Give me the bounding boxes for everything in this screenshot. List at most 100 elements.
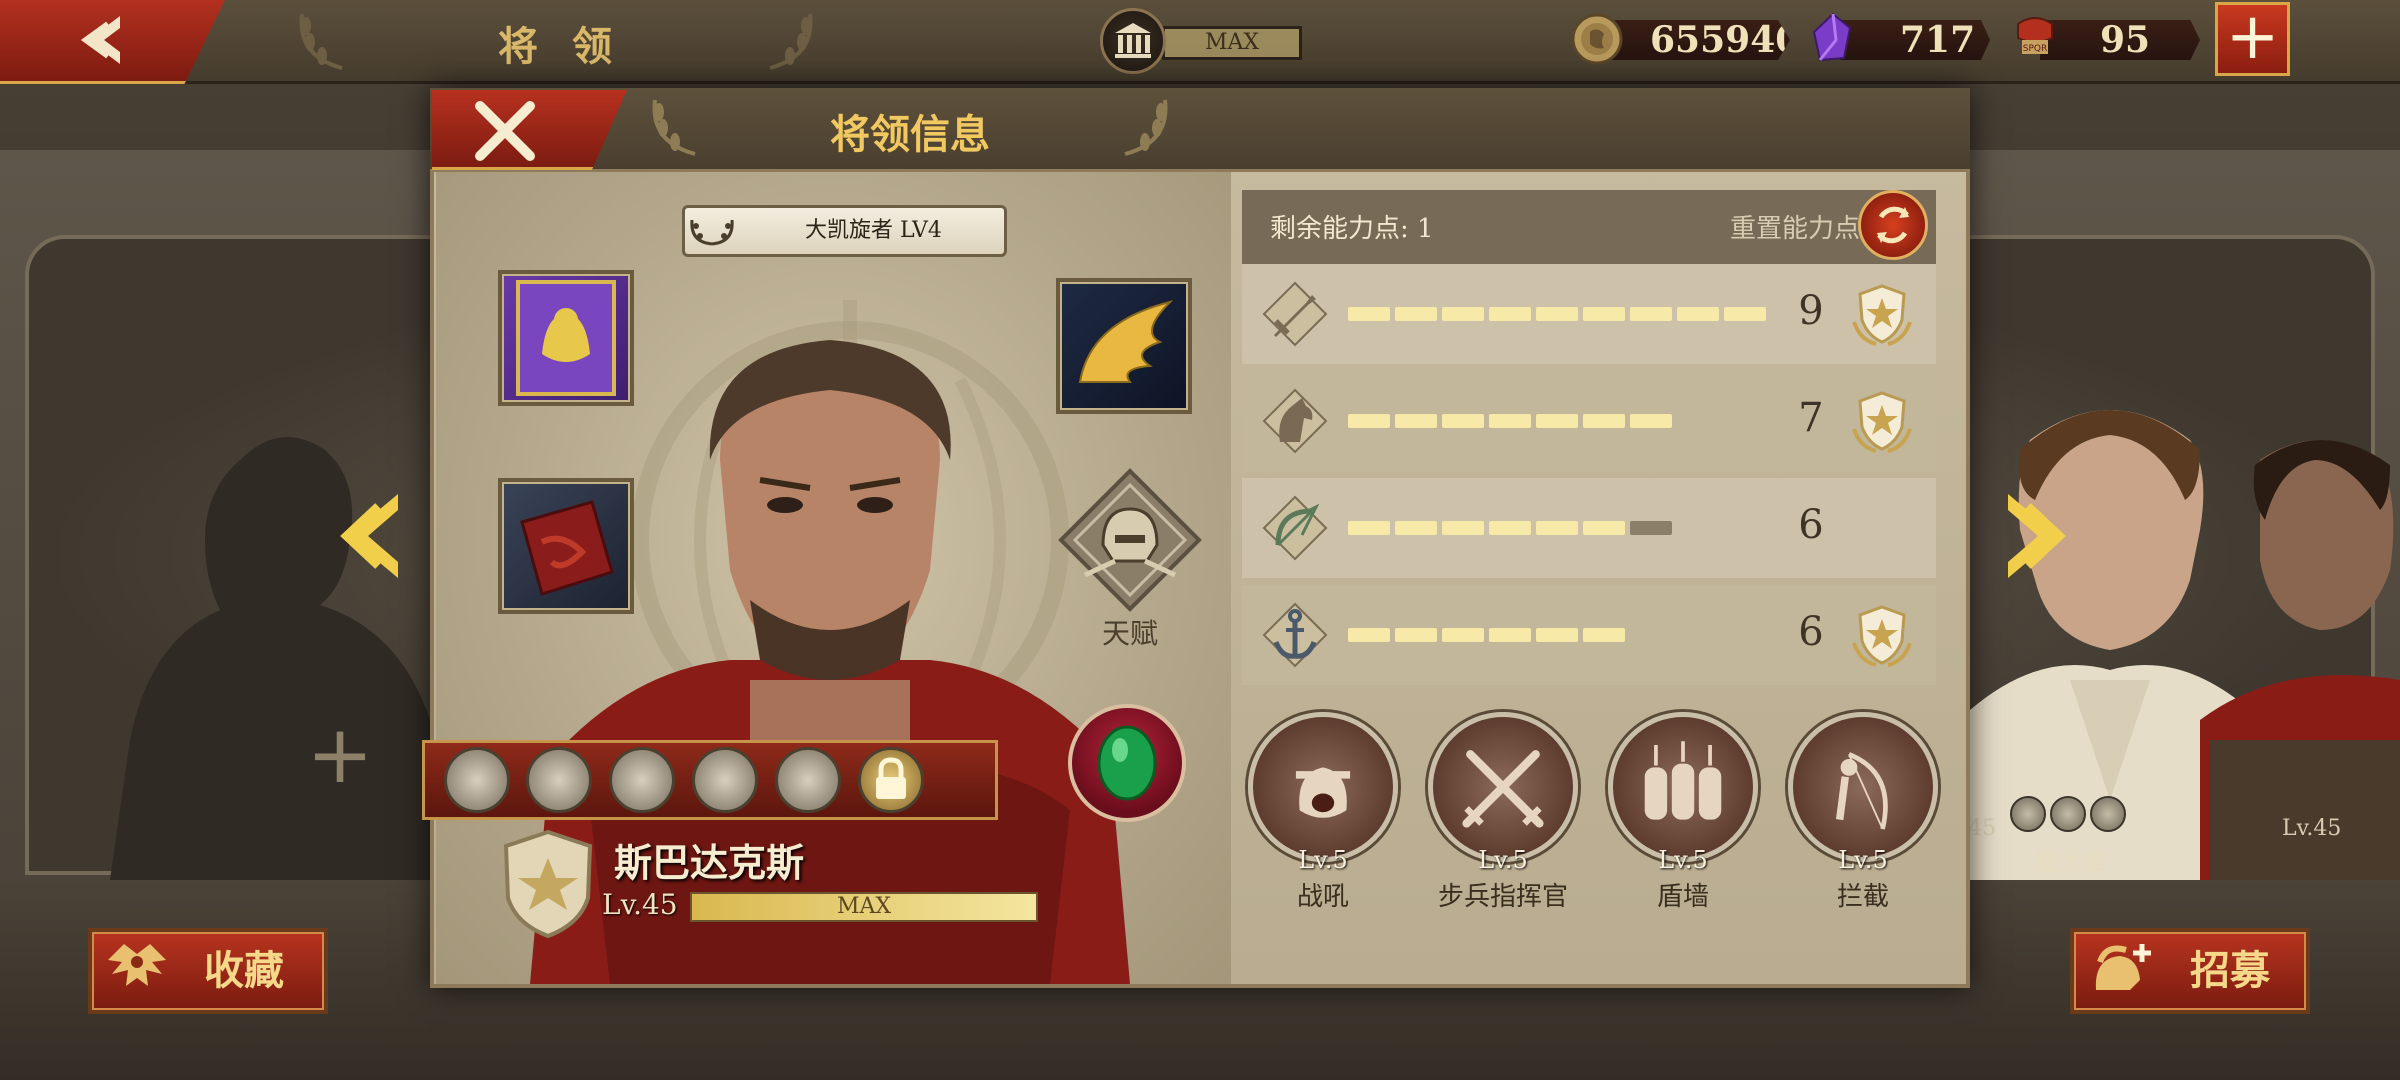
stat-bar-segment <box>1442 414 1484 428</box>
panel-title: 将领信息 <box>830 111 990 158</box>
purple-gem-counter[interactable]: 717 <box>1840 20 1990 60</box>
shield-wall-icon <box>1644 741 1722 820</box>
anchor-icon <box>1262 602 1328 668</box>
trait-badge[interactable] <box>526 747 592 813</box>
coin-icon <box>1571 13 1623 65</box>
skill-level: Lv.5 <box>1478 846 1528 874</box>
stat-bar-segment <box>1583 414 1625 428</box>
star-medal-icon[interactable] <box>1846 599 1918 671</box>
stat-bar-segment <box>1348 414 1390 428</box>
stat-bar-segment <box>1724 307 1766 321</box>
add-resource-button[interactable]: + <box>2215 2 2290 76</box>
stat-bar-segment <box>1348 307 1390 321</box>
star-medal-icon[interactable] <box>1846 385 1918 457</box>
skill-button[interactable] <box>1608 712 1758 862</box>
skill-name: 拦截 <box>1836 882 1889 912</box>
background-hero-2[interactable] <box>2200 420 2400 880</box>
bow-icon <box>1262 495 1328 561</box>
trait-badge[interactable] <box>609 747 675 813</box>
hero-gem-slot[interactable] <box>1068 704 1186 822</box>
stat-bar-segment <box>1536 521 1578 535</box>
spqr-helmet-counter[interactable]: 95 <box>2040 20 2200 60</box>
archer-icon <box>1835 752 1888 830</box>
right-hero-badge <box>2090 796 2126 832</box>
close-icon[interactable] <box>470 100 540 162</box>
crossed-swords-icon <box>1462 750 1544 828</box>
skill-button[interactable] <box>1788 712 1938 862</box>
stat-value: 6 <box>1798 609 1824 655</box>
skill-name: 盾墙 <box>1656 882 1709 912</box>
hero-name: 斯巴达克斯 <box>614 840 805 885</box>
stat-bar-segment <box>1536 414 1578 428</box>
laurel-wreath-icon <box>690 219 734 246</box>
stat-bar-segment <box>1442 521 1484 535</box>
skill-name: 步兵指挥官 <box>1437 882 1568 912</box>
stat-bar-segment <box>1395 521 1437 535</box>
stat-bar-segment <box>1583 307 1625 321</box>
reset-points-label[interactable]: 重置能力点 <box>1700 208 1860 248</box>
right-hero-name: 屋大维 <box>2034 848 2106 876</box>
helmet-plus-icon <box>2095 944 2151 990</box>
stat-bar-segment <box>1536 307 1578 321</box>
horse-icon <box>1262 388 1328 454</box>
stat-bar-segment <box>1489 307 1531 321</box>
stat-bar-segment <box>1630 521 1672 535</box>
lock-icon <box>876 757 906 799</box>
stat-bar-segment <box>1536 628 1578 642</box>
remaining-points-label: 剩余能力点: 1 <box>1270 214 1434 244</box>
stat-bar-segment <box>1630 414 1672 428</box>
stat-bar-segment <box>1442 307 1484 321</box>
stat-bar-segment <box>1583 521 1625 535</box>
stat-value: 9 <box>1798 288 1824 334</box>
stat-bar-segment <box>1489 414 1531 428</box>
eagle-icon <box>108 944 166 986</box>
stat-bar-segment <box>1395 628 1437 642</box>
back-arrow-icon[interactable] <box>78 10 138 70</box>
trait-badge[interactable] <box>775 747 841 813</box>
skill-level: Lv.5 <box>1298 846 1348 874</box>
reset-points-button[interactable] <box>1858 190 1928 260</box>
war-cry-icon <box>1295 767 1351 818</box>
trait-badge[interactable] <box>692 747 758 813</box>
skill-name: 战吼 <box>1296 882 1349 912</box>
stat-bar-segment <box>1395 307 1437 321</box>
purple-gem-icon <box>1812 12 1852 62</box>
right-hero2-level: Lv.45 <box>2282 816 2342 841</box>
skill-button[interactable] <box>1248 712 1398 862</box>
stat-bar-segment <box>1395 414 1437 428</box>
svg-text:SPQR: SPQR <box>2023 44 2047 54</box>
laurel-left-icon <box>652 99 696 156</box>
trait-badge[interactable] <box>444 747 510 813</box>
right-hero-badge <box>2050 796 2086 832</box>
refresh-icon <box>1877 206 1909 244</box>
stat-value: 7 <box>1798 395 1824 441</box>
star-medal-icon[interactable] <box>1846 278 1918 350</box>
green-gem-icon <box>1097 725 1157 801</box>
stat-bar-segment <box>1677 307 1719 321</box>
laurel-left-icon <box>299 13 343 70</box>
stat-bar-segment <box>1442 628 1484 642</box>
right-hero-badge <box>2010 796 2046 832</box>
add-hero-plus-icon[interactable]: + <box>305 715 375 795</box>
spqr-helmet-icon: SPQR <box>2017 17 2053 54</box>
stat-bar-segment <box>1583 628 1625 642</box>
stat-value: 6 <box>1798 502 1824 548</box>
skill-level: Lv.5 <box>1658 846 1708 874</box>
bank-status-bar[interactable]: MAX <box>1162 26 1302 60</box>
trait-slot-locked[interactable] <box>858 747 924 813</box>
laurel-right-icon <box>1124 99 1168 156</box>
sword-icon <box>1262 281 1328 347</box>
rank-shield-star-icon <box>503 829 593 939</box>
stat-bar-segment <box>1489 628 1531 642</box>
laurel-right-icon <box>769 13 813 70</box>
previous-hero-arrow-icon[interactable] <box>338 486 408 586</box>
skill-level: Lv.5 <box>1838 846 1888 874</box>
bank-building-icon[interactable] <box>1100 8 1166 74</box>
stat-bar-segment <box>1630 307 1672 321</box>
page-title: 将 领 <box>498 23 622 70</box>
hero-level: Lv.45 <box>602 888 678 921</box>
next-hero-arrow-icon[interactable] <box>1998 486 2068 586</box>
stat-bar-segment <box>1348 628 1390 642</box>
skill-button[interactable] <box>1428 712 1578 862</box>
stat-bar-segment <box>1489 521 1531 535</box>
